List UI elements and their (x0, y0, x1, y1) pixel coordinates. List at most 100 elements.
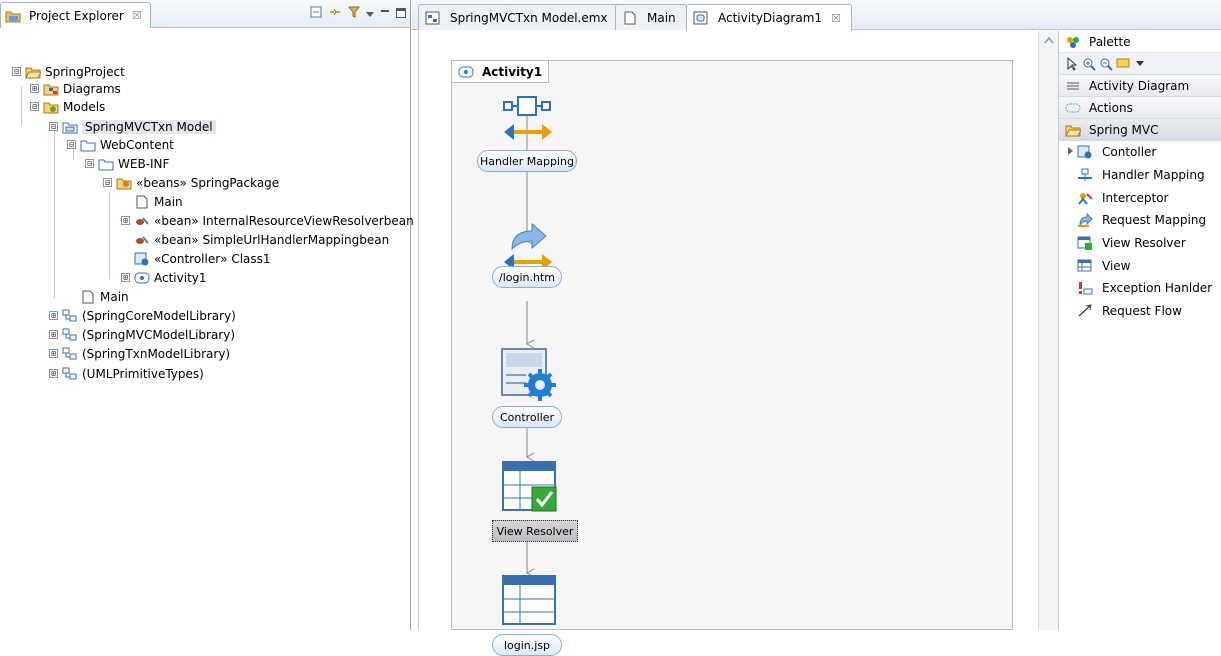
model-library-icon (62, 328, 78, 342)
chevron-down-icon[interactable] (1133, 57, 1147, 71)
palette-toolbar (1059, 53, 1221, 75)
tree-guide-line (109, 192, 110, 279)
view-menu-icon[interactable] (366, 7, 374, 21)
expand-icon[interactable]: ⊞ (49, 311, 58, 320)
palette: Palette Activity Diagram Actions Spring … (1059, 31, 1221, 630)
tree-item-label: (SpringMVCModelLibrary) (82, 327, 236, 342)
controller-node-icon (500, 347, 556, 406)
tree-item-label: Activity1 (154, 270, 207, 285)
diagram-canvas[interactable]: Activity1 Handler Mapping /login.htm Con… (418, 31, 1038, 656)
request-flow-icon (1077, 304, 1093, 318)
exception-handler-icon (1077, 281, 1093, 295)
view-resolver-node[interactable]: View Resolver (492, 520, 578, 542)
drawer-actions[interactable]: Actions (1059, 97, 1221, 119)
palette-item-handler-mapping[interactable]: Handler Mapping (1059, 164, 1221, 187)
drawer-label: Spring MVC (1089, 122, 1159, 137)
beans-package-icon (116, 176, 132, 190)
tab-springmvctxn-model[interactable]: SpringMVCTxn Model.emx (418, 4, 619, 30)
expand-icon[interactable]: ⊞ (121, 273, 130, 282)
link-with-editor-icon[interactable] (328, 6, 342, 21)
diagrams-folder-icon (43, 82, 59, 96)
scroll-up-icon[interactable] (1042, 35, 1056, 49)
tree-item-umlprimitivetypes[interactable]: ⊞ (UMLPrimitiveTypes) (49, 364, 204, 383)
zoom-out-icon[interactable] (1099, 57, 1113, 71)
controller-node[interactable]: Controller (492, 406, 562, 428)
tree-item-class1[interactable]: «Controller» Class1 (121, 249, 271, 268)
tab-main[interactable]: Main (615, 4, 687, 30)
drawer-activity-diagram[interactable]: Activity Diagram (1059, 75, 1221, 97)
palette-item-label: View Resolver (1102, 236, 1186, 251)
drawer-spring-mvc[interactable]: Spring MVC (1059, 119, 1221, 141)
select-tool-icon[interactable] (1065, 56, 1079, 71)
palette-item-label: Interceptor (1102, 190, 1169, 205)
tree-item-label: (SpringCoreModelLibrary) (82, 308, 236, 323)
palette-item-label: Contoller (1102, 145, 1157, 160)
models-folder-icon (43, 100, 59, 114)
palette-item-interceptor[interactable]: Interceptor (1059, 186, 1221, 209)
explorer-tab-bar: Project Explorer ☒ (0, 0, 410, 28)
palette-item-controller[interactable]: Contoller (1059, 141, 1221, 164)
tab-label: ActivityDiagram1 (718, 11, 823, 25)
collapse-icon[interactable]: ⊟ (49, 122, 58, 131)
tree-item-models[interactable]: ⊟ Models (30, 97, 105, 116)
handler-mapping-node-icon (502, 94, 554, 151)
palette-item-exception-handler[interactable]: Exception Hanlder (1059, 277, 1221, 300)
filter-icon[interactable] (347, 6, 361, 21)
tree-item-activity1[interactable]: ⊞ Activity1 (121, 268, 207, 287)
diagram-file-icon (80, 290, 96, 304)
expand-arrow-icon[interactable] (1068, 147, 1073, 157)
tree-item-label: «bean» SimpleUrlHandlerMappingbean (154, 232, 390, 247)
collapse-icon[interactable]: ⊟ (12, 67, 21, 76)
tree-item-label: SpringMVCTxn Model (82, 119, 216, 134)
tree-item-main-diagram[interactable]: Main (121, 192, 183, 211)
tree-item-springpackage[interactable]: ⊟ «beans» SpringPackage (103, 173, 279, 192)
tree-item-simpleurlhandlermappingbean[interactable]: «bean» SimpleUrlHandlerMappingbean (121, 230, 389, 249)
close-icon[interactable]: ☒ (132, 9, 142, 22)
collapse-icon[interactable]: ⊟ (30, 102, 39, 111)
expand-icon[interactable]: ⊞ (30, 84, 39, 93)
login-htm-node[interactable]: /login.htm (492, 266, 562, 288)
tree-item-webcontent[interactable]: ⊟ WebContent (67, 135, 174, 154)
handler-mapping-icon (1077, 168, 1093, 182)
tree-item-springtxnmodellibrary[interactable]: ⊞ (SpringTxnModelLibrary) (49, 344, 230, 363)
expand-icon[interactable]: ⊞ (49, 349, 58, 358)
zoom-in-icon[interactable] (1082, 57, 1096, 71)
tree-item-internalresourceviewresolverbean[interactable]: ⊞ «bean» InternalResourceViewResolverbea… (121, 211, 414, 230)
close-icon[interactable]: ☒ (831, 12, 841, 25)
minimize-icon[interactable] (380, 7, 390, 21)
tree-item-web-inf[interactable]: ⊟ WEB-INF (85, 154, 169, 173)
maximize-icon[interactable] (396, 7, 406, 21)
tree-item-springmvcmodellibrary[interactable]: ⊞ (SpringMVCModelLibrary) (49, 325, 235, 344)
model-library-icon (62, 309, 78, 323)
expand-icon[interactable]: ⊞ (49, 330, 58, 339)
tree-item-springcoremodellibrary[interactable]: ⊞ (SpringCoreModelLibrary) (49, 306, 236, 325)
tab-label: SpringMVCTxn Model.emx (450, 10, 608, 25)
interceptor-icon (1077, 191, 1093, 205)
model-package-icon (62, 120, 78, 134)
note-tool-icon[interactable] (1116, 57, 1130, 71)
tree-item-diagrams[interactable]: ⊞ Diagrams (30, 79, 121, 98)
collapse-icon[interactable]: ⊟ (67, 140, 76, 149)
drawer-label: Activity Diagram (1089, 78, 1190, 93)
collapse-icon[interactable]: ⊟ (103, 178, 112, 187)
palette-item-request-flow[interactable]: Request Flow (1059, 300, 1221, 323)
tree-item-springmvctxn-model[interactable]: ⊟ SpringMVCTxn Model (49, 117, 216, 136)
project-explorer-tab[interactable]: Project Explorer ☒ (0, 2, 151, 28)
palette-item-label: Request Flow (1102, 304, 1182, 319)
canvas-vertical-scrollbar[interactable] (1038, 31, 1059, 630)
login-jsp-node[interactable]: login.jsp (492, 634, 562, 656)
expand-icon[interactable]: ⊞ (121, 216, 130, 225)
collapse-all-icon[interactable] (310, 6, 322, 21)
palette-header[interactable]: Palette (1059, 31, 1221, 53)
palette-item-request-mapping[interactable]: Request Mapping (1059, 209, 1221, 232)
activity-frame[interactable]: Activity1 Handler Mapping /login.htm Con… (451, 60, 1013, 656)
tree-item-label: WebContent (100, 137, 174, 152)
expand-icon[interactable]: ⊞ (49, 369, 58, 378)
tab-activitydiagram1[interactable]: ActivityDiagram1 ☒ (686, 4, 852, 31)
diagram-file-icon (134, 195, 150, 209)
palette-item-view-resolver[interactable]: View Resolver (1059, 232, 1221, 255)
tree-item-main[interactable]: Main (67, 287, 129, 306)
palette-item-view[interactable]: View (1059, 254, 1221, 277)
handler-mapping-node[interactable]: Handler Mapping (477, 150, 577, 172)
collapse-icon[interactable]: ⊟ (85, 159, 94, 168)
